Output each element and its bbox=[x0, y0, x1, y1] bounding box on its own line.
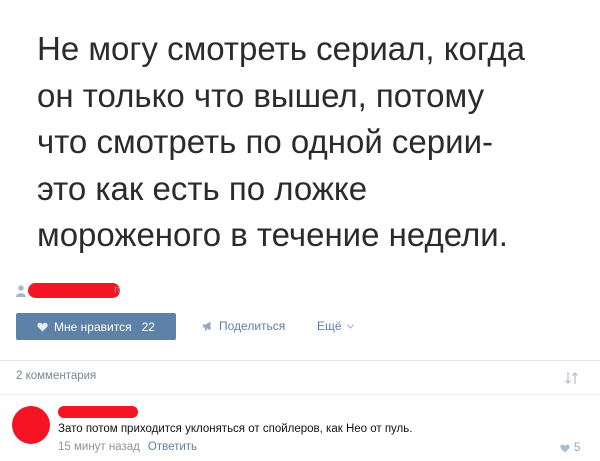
sort-icon[interactable] bbox=[564, 371, 580, 385]
author-name-tail: n bbox=[114, 284, 121, 296]
comment-like-button[interactable]: 5 bbox=[560, 441, 580, 455]
person-icon bbox=[16, 285, 26, 297]
chevron-down-icon bbox=[346, 323, 354, 329]
more-label: Ещё bbox=[317, 319, 342, 333]
post-text: Не могу смотреть сериал, когда он только… bbox=[37, 26, 577, 259]
comment-text: Зато потом приходится уклоняться от спой… bbox=[58, 423, 413, 435]
redacted-comment-author[interactable] bbox=[58, 406, 138, 418]
like-label: Мне нравится bbox=[54, 319, 132, 334]
post-author[interactable]: n bbox=[16, 283, 136, 301]
divider bbox=[0, 360, 600, 361]
heart-icon bbox=[37, 322, 48, 332]
reply-button[interactable]: Ответить bbox=[148, 441, 197, 453]
post-text-line: он только что вышел, потому bbox=[37, 76, 485, 114]
megaphone-icon bbox=[203, 321, 211, 331]
more-button[interactable]: Ещё bbox=[317, 318, 354, 334]
share-label: Поделиться bbox=[219, 319, 286, 333]
avatar[interactable] bbox=[12, 406, 50, 444]
post-text-line: это как есть по ложке bbox=[37, 169, 368, 207]
share-button[interactable]: Поделиться bbox=[202, 318, 285, 334]
comment-time[interactable]: 15 минут назад bbox=[58, 441, 140, 453]
comment-meta: 15 минут назад Ответить bbox=[58, 441, 197, 453]
comment-like-count: 5 bbox=[574, 442, 581, 454]
like-button[interactable]: Мне нравится 22 bbox=[16, 313, 176, 340]
post-text-line: Не могу смотреть сериал, когда bbox=[37, 30, 526, 67]
heart-icon bbox=[560, 444, 570, 453]
like-count: 22 bbox=[141, 319, 155, 334]
comment-item: Зато потом приходится уклоняться от спой… bbox=[0, 395, 600, 461]
post-text-line: мороженого в течение недели. bbox=[37, 216, 508, 253]
redacted-author-name bbox=[28, 283, 120, 298]
comments-count: 2 комментария bbox=[16, 370, 97, 382]
post-text-line: что смотреть по одной серии- bbox=[37, 123, 493, 160]
